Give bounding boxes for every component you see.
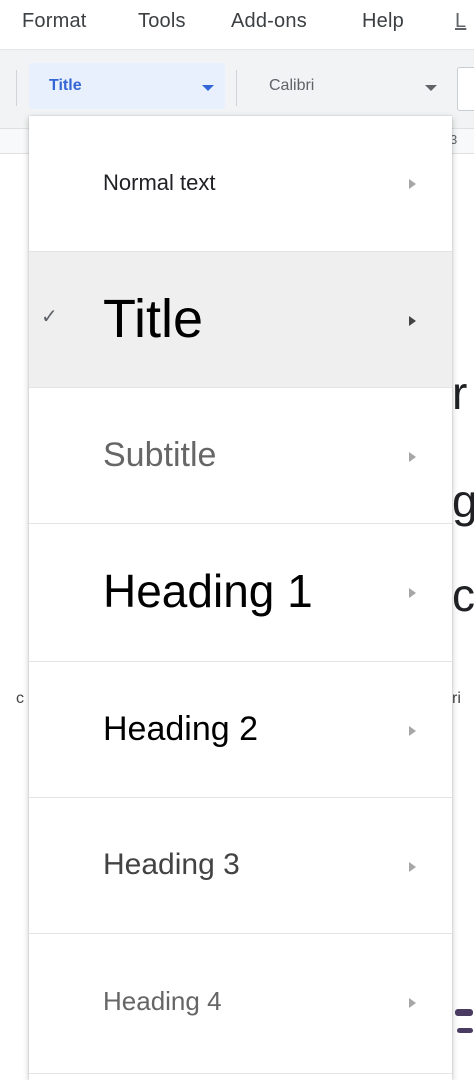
style-option-label: Normal text xyxy=(103,170,216,195)
paragraph-style-value: Title xyxy=(49,77,82,94)
submenu-arrow-icon[interactable] xyxy=(409,452,416,462)
menu-format[interactable]: Format xyxy=(22,10,87,33)
style-option-subtitle[interactable]: Subtitle xyxy=(29,388,452,524)
font-size-input[interactable] xyxy=(457,67,474,111)
doc-text-fragment: c xyxy=(452,569,474,621)
doc-text-fragment: g xyxy=(452,475,474,527)
submenu-arrow-icon[interactable] xyxy=(409,998,416,1008)
font-family-value: Calibri xyxy=(269,77,315,94)
style-option-title[interactable]: ✓ Title xyxy=(29,252,452,388)
toolbar-divider xyxy=(236,70,237,106)
paragraph-style-menu: Normal text ✓ Title Subtitle Heading 1 H… xyxy=(29,116,452,1080)
menu-bar: Format Tools Add-ons Help L xyxy=(0,0,474,50)
style-option-label: Heading 1 xyxy=(103,565,313,617)
doc-drawing-stroke xyxy=(457,1028,473,1033)
style-option-label: Subtitle xyxy=(103,436,217,474)
style-option-label: Heading 2 xyxy=(103,710,259,748)
style-option-heading-4[interactable]: Heading 4 xyxy=(29,934,452,1074)
style-option-label: Heading 3 xyxy=(103,848,240,881)
doc-text-fragment: c xyxy=(16,690,24,707)
checkmark-icon: ✓ xyxy=(41,306,58,328)
paragraph-style-select[interactable]: Title xyxy=(29,63,225,109)
submenu-arrow-icon[interactable] xyxy=(409,588,416,598)
submenu-arrow-icon[interactable] xyxy=(409,316,416,326)
menu-tools[interactable]: Tools xyxy=(138,10,186,33)
chevron-down-icon xyxy=(425,85,437,91)
toolbar-divider xyxy=(16,70,17,106)
menu-partial-item[interactable]: L xyxy=(455,10,466,33)
style-option-label: Heading 4 xyxy=(103,986,222,1016)
menu-help[interactable]: Help xyxy=(362,10,404,33)
doc-drawing-stroke xyxy=(455,1009,473,1016)
menu-addons[interactable]: Add-ons xyxy=(231,10,307,33)
style-option-heading-1[interactable]: Heading 1 xyxy=(29,524,452,662)
doc-text-fragment: r xyxy=(452,367,468,419)
chevron-down-icon xyxy=(202,85,214,91)
submenu-arrow-icon[interactable] xyxy=(409,862,416,872)
style-option-heading-2[interactable]: Heading 2 xyxy=(29,662,452,798)
doc-text-fragment: ri xyxy=(452,690,461,707)
style-option-heading-3[interactable]: Heading 3 xyxy=(29,798,452,934)
submenu-arrow-icon[interactable] xyxy=(409,726,416,736)
font-family-select[interactable]: Calibri xyxy=(247,63,447,109)
style-option-label: Title xyxy=(103,289,204,349)
submenu-arrow-icon[interactable] xyxy=(409,179,416,189)
style-option-normal-text[interactable]: Normal text xyxy=(29,116,452,252)
